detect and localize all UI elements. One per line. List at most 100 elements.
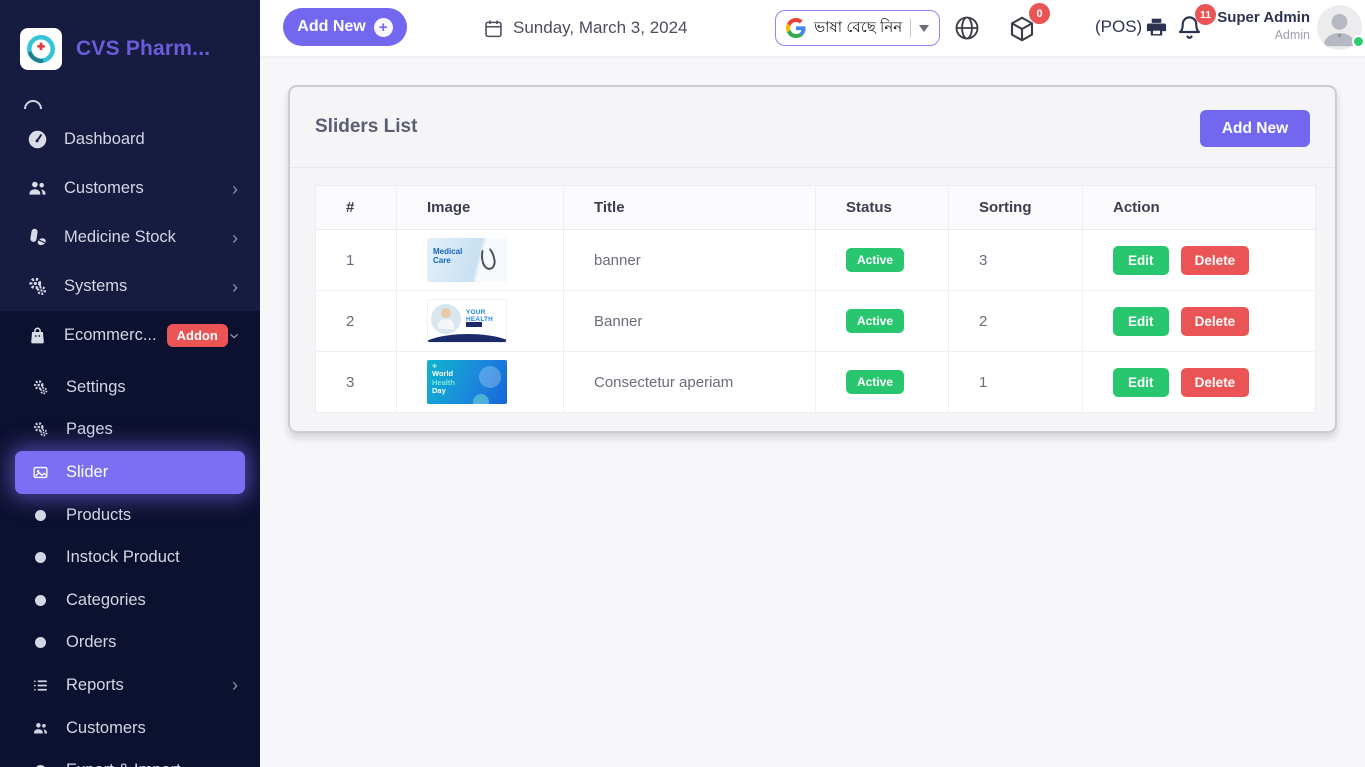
globe-icon[interactable]	[953, 14, 981, 42]
edit-button[interactable]: Edit	[1113, 306, 1169, 336]
gears-icon	[26, 276, 48, 298]
table-row: 2 YOUR HEALTH Banner Active 2 Edit Delet…	[315, 290, 1316, 352]
sidebar-item-label: Customers	[66, 718, 146, 737]
pos-label: (POS)	[1095, 17, 1143, 36]
add-new-slider-button[interactable]: Add New	[1200, 110, 1310, 147]
sidebar-item-orders[interactable]: Orders	[0, 622, 260, 665]
sidebar-ecommerce-group: Ecommerc... Addon › Settings Pages Slide…	[0, 311, 260, 767]
sidebar-item-products[interactable]: Products	[0, 494, 260, 537]
sidebar-item-label: Settings	[66, 377, 126, 396]
sidebar-item-medicine-stock[interactable]: Medicine Stock ›	[0, 213, 260, 262]
cart-count-badge: 0	[1029, 3, 1050, 24]
sorting-value: 1	[948, 351, 1083, 413]
col-title: Title	[563, 185, 816, 230]
delete-button[interactable]: Delete	[1180, 245, 1250, 275]
current-date: Sunday, March 3, 2024	[483, 0, 688, 56]
image-icon	[30, 462, 50, 482]
slider-thumbnail: YOUR HEALTH	[427, 299, 507, 343]
online-status-dot	[1352, 35, 1365, 48]
sidebar-item-label: Customers	[64, 179, 144, 197]
sidebar-item-label: Slider	[66, 462, 109, 481]
add-new-button[interactable]: Add New +	[283, 8, 407, 46]
sidebar-item-label: Instock Product	[66, 548, 180, 567]
status-badge: Active	[846, 309, 905, 333]
sidebar-item-pages[interactable]: Pages	[0, 409, 260, 452]
sidebar-item-label: Ecommerc...	[64, 326, 157, 344]
language-selector[interactable]: ভাষা বেছে নিন	[775, 10, 941, 46]
sidebar-item-label: Orders	[66, 633, 117, 652]
sidebar-item-label: Reports	[66, 675, 124, 694]
col-num: #	[315, 185, 397, 230]
table-header-row: # Image Title Status Sorting Action	[315, 185, 1316, 230]
sidebar-item-reports[interactable]: Reports ›	[0, 664, 260, 707]
chevron-down-icon: ›	[225, 332, 245, 339]
language-label: ভাষা বেছে নিন	[814, 18, 903, 36]
sidebar-item-instock-product[interactable]: Instock Product	[0, 536, 260, 579]
brand[interactable]: CVS Pharm...	[0, 0, 260, 70]
speedometer-icon	[26, 129, 48, 151]
col-sorting: Sorting	[948, 185, 1083, 230]
sidebar-item-customers-2[interactable]: Customers	[0, 707, 260, 750]
sorting-value: 3	[948, 229, 1083, 291]
user-name: Super Admin	[1217, 9, 1310, 26]
user-role: Admin	[1274, 28, 1310, 42]
gears-icon	[30, 377, 50, 397]
shopping-bag-icon	[26, 325, 48, 347]
slider-thumbnail: Medical Care	[427, 238, 507, 282]
sidebar-item-label: Export & Import	[66, 761, 181, 767]
pills-icon	[26, 227, 48, 249]
row-num: 3	[315, 351, 397, 413]
sidebar-item-label: Medicine Stock	[64, 228, 176, 246]
sidebar-item-categories[interactable]: Categories	[0, 579, 260, 622]
sidebar-item-label: Dashboard	[64, 130, 145, 148]
add-new-label: Add New	[297, 18, 366, 35]
sidebar-item-ecommerce[interactable]: Ecommerc... Addon ›	[0, 311, 260, 360]
sidebar-item-label: Pages	[66, 420, 113, 439]
sidebar-item-slider[interactable]: Slider	[15, 451, 245, 494]
plus-icon: +	[373, 17, 393, 37]
slider-title: banner	[563, 229, 816, 291]
edit-button[interactable]: Edit	[1113, 245, 1169, 275]
pharmacy-logo-icon	[20, 28, 62, 70]
page-title: Sliders List	[315, 116, 418, 137]
chevron-right-icon: ›	[232, 178, 238, 199]
sidebar-item-systems[interactable]: Systems ›	[0, 262, 260, 311]
dropdown-caret-icon	[919, 24, 930, 32]
printer-icon[interactable]	[1145, 16, 1168, 39]
sidebar-item-label: Categories	[66, 590, 146, 609]
scroll-arc-icon	[24, 100, 42, 109]
sidebar: CVS Pharm... Dashboard Customers › Medic…	[0, 0, 260, 767]
edit-button[interactable]: Edit	[1113, 367, 1169, 397]
sidebar-item-settings[interactable]: Settings	[0, 366, 260, 409]
col-status: Status	[815, 185, 949, 230]
sidebar-item-customers[interactable]: Customers ›	[0, 164, 260, 213]
sliders-table: # Image Title Status Sorting Action 1 Me…	[315, 185, 1316, 413]
sliders-card: Sliders List Add New # Image Title Statu	[288, 85, 1337, 433]
card-header: Sliders List Add New	[290, 87, 1335, 168]
google-icon	[786, 18, 806, 38]
table-row: 1 Medical Care banner Active 3 Edit Dele…	[315, 229, 1316, 291]
chevron-right-icon: ›	[232, 227, 238, 248]
sidebar-item-label: Systems	[64, 277, 128, 295]
dot-icon	[30, 761, 50, 767]
delete-button[interactable]: Delete	[1180, 306, 1250, 336]
sidebar-item-dashboard[interactable]: Dashboard	[0, 115, 260, 164]
dot-icon	[30, 505, 50, 525]
users-icon	[30, 718, 50, 738]
delete-button[interactable]: Delete	[1180, 367, 1250, 397]
main-content: Sliders List Add New # Image Title Statu	[260, 56, 1365, 767]
dot-icon	[30, 590, 50, 610]
users-icon	[26, 178, 48, 200]
col-image: Image	[396, 185, 564, 230]
user-menu[interactable]: Super Admin Admin	[1210, 9, 1310, 42]
dot-icon	[30, 548, 50, 568]
date-text: Sunday, March 3, 2024	[513, 18, 688, 37]
sidebar-item-label: Products	[66, 505, 132, 524]
row-num: 1	[315, 229, 397, 291]
sidebar-item-export-import[interactable]: Export & Import	[0, 749, 260, 767]
gears-icon	[30, 420, 50, 440]
calendar-icon	[485, 19, 502, 37]
slider-title: Consectetur aperiam	[563, 351, 816, 413]
row-num: 2	[315, 290, 397, 352]
table-row: 3 ✚ World Health Day Consectetur aperiam…	[315, 351, 1316, 413]
